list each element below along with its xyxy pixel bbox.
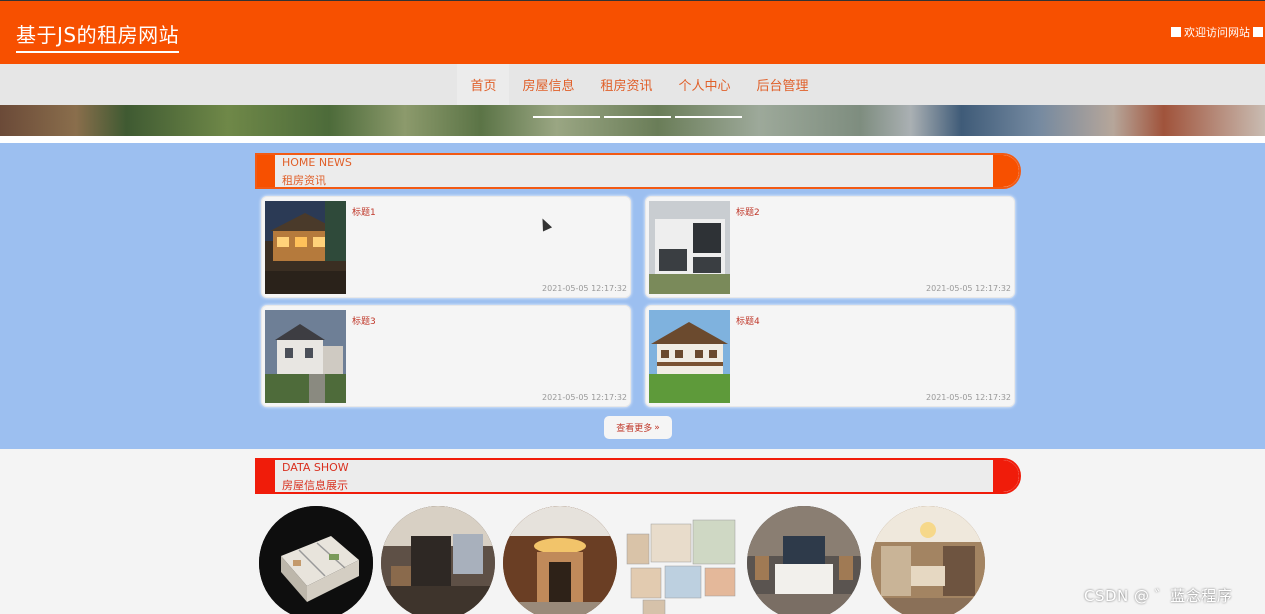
nav-item-admin[interactable]: 后台管理 (744, 64, 822, 105)
welcome-text: 欢迎访问网站 (1184, 26, 1250, 39)
house-image-sketch[interactable] (625, 506, 739, 614)
watermark: CSDN @ ゛蓝念程序 (1084, 587, 1233, 605)
house-image-lobby[interactable] (503, 506, 617, 614)
news-card[interactable]: 标题1 2021-05-05 12:17:32 (261, 196, 631, 298)
section-title-cn: 房屋信息展示 (282, 479, 348, 492)
nav-item-home[interactable]: 首页 (457, 64, 510, 105)
carousel-indicator[interactable] (604, 116, 671, 118)
house-image-dining[interactable] (871, 506, 985, 614)
section-header-news: HOME NEWS 租房资讯 (255, 153, 1021, 189)
house-photo-chalet (649, 310, 730, 403)
divider (0, 136, 1265, 143)
square-icon (1171, 27, 1181, 37)
view-more-button[interactable]: 查看更多 » (604, 416, 672, 439)
carousel-indicator[interactable] (533, 116, 600, 118)
house-image-bedroom-dark[interactable] (381, 506, 495, 614)
house-photo-night (265, 201, 346, 294)
news-time: 2021-05-05 12:17:32 (542, 393, 627, 402)
nav-item-house-info[interactable]: 房屋信息 (509, 64, 587, 105)
square-icon (1253, 27, 1263, 37)
site-title[interactable]: 基于JS的租房网站 (16, 19, 180, 53)
section-title-cn: 租房资讯 (282, 174, 326, 187)
house-photo-modern (649, 201, 730, 294)
site-header: 基于JS的租房网站 欢迎访问网站 (0, 0, 1265, 64)
news-card[interactable]: 标题2 2021-05-05 12:17:32 (645, 196, 1015, 298)
house-image-hotel-bedroom[interactable] (747, 506, 861, 614)
carousel-indicators (533, 116, 742, 118)
main-nav: 首页 房屋信息 租房资讯 个人中心 后台管理 (0, 64, 1265, 105)
house-image-floorplan[interactable] (259, 506, 373, 614)
news-title[interactable]: 标题3 (352, 314, 376, 327)
nav-item-rental-news[interactable]: 租房资讯 (587, 64, 665, 105)
news-section: HOME NEWS 租房资讯 标题1 2021-05-05 12:17:32 标… (0, 143, 1265, 449)
section-title-en: HOME NEWS (282, 156, 352, 169)
banner-carousel (0, 105, 1265, 136)
section-title-en: DATA SHOW (282, 461, 349, 474)
news-card[interactable]: 标题3 2021-05-05 12:17:32 (261, 305, 631, 407)
news-title[interactable]: 标题2 (736, 205, 760, 218)
news-title[interactable]: 标题1 (352, 205, 376, 218)
nav-item-personal-center[interactable]: 个人中心 (666, 64, 744, 105)
news-card[interactable]: 标题4 2021-05-05 12:17:32 (645, 305, 1015, 407)
carousel-indicator[interactable] (675, 116, 742, 118)
view-more-label: 查看更多 (616, 424, 653, 434)
section-header-data-show: DATA SHOW 房屋信息展示 (255, 458, 1021, 494)
news-time: 2021-05-05 12:17:32 (926, 393, 1011, 402)
news-time: 2021-05-05 12:17:32 (926, 284, 1011, 293)
house-photo-suburban (265, 310, 346, 403)
double-chevron-right-icon: » (654, 422, 660, 433)
news-time: 2021-05-05 12:17:32 (542, 284, 627, 293)
welcome-marquee: 欢迎访问网站 (1171, 24, 1263, 40)
news-title[interactable]: 标题4 (736, 314, 760, 327)
